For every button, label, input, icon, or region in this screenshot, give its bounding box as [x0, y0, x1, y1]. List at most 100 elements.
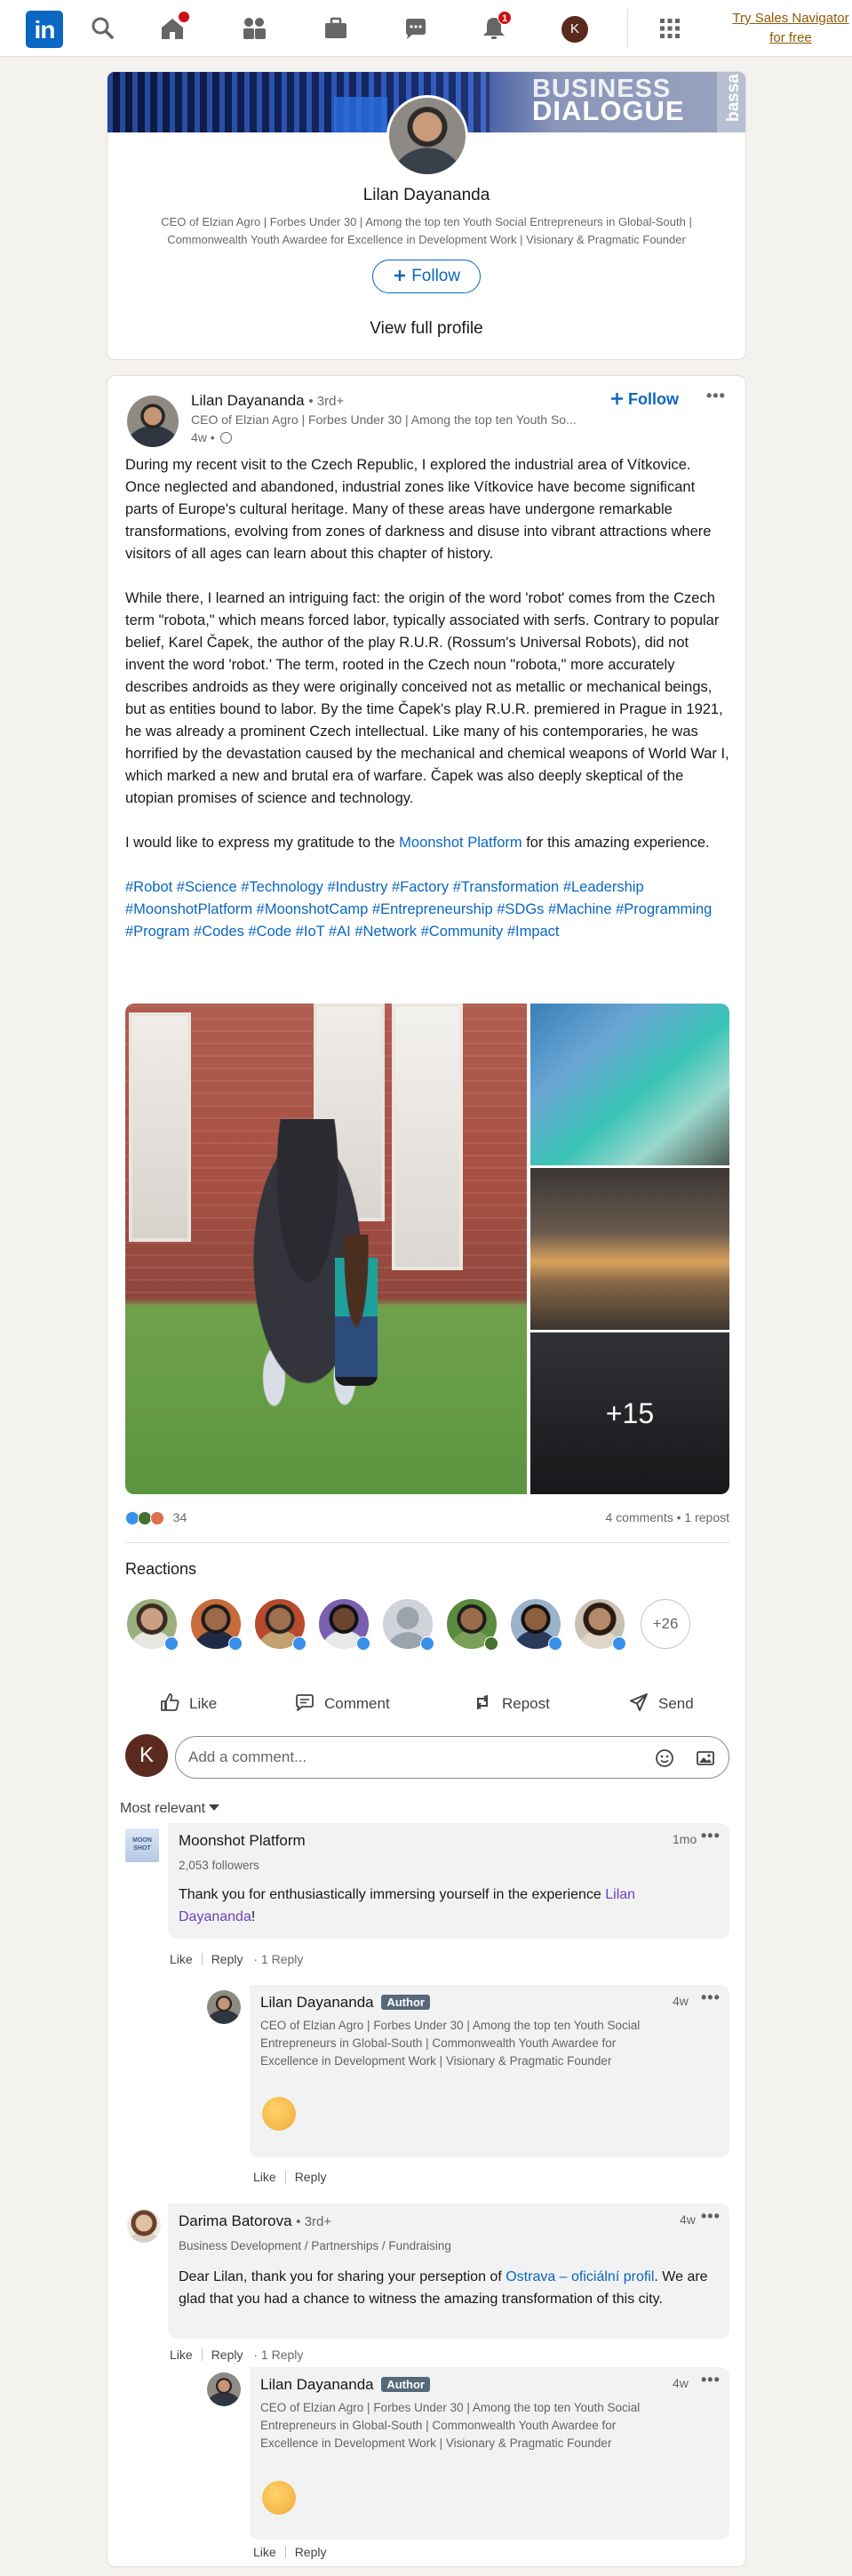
- comment-author-name[interactable]: Darima Batorova: [179, 2212, 292, 2229]
- comment-like-button[interactable]: Like: [170, 1952, 193, 1966]
- love-reaction-icon: [149, 1511, 164, 1525]
- moonshot-platform-logo[interactable]: MOON SHOT: [125, 1828, 159, 1862]
- post-paragraph-2: While there, I learned an intriguing fac…: [125, 590, 729, 806]
- reply-like-button[interactable]: Like: [253, 2170, 276, 2184]
- repost-icon: [476, 1695, 489, 1709]
- profile-follow-button[interactable]: Follow: [372, 260, 481, 293]
- plus-icon: [394, 270, 405, 281]
- reply-like-button[interactable]: Like: [253, 2545, 276, 2559]
- post-hashtags[interactable]: #Robot #Science #Technology #Industry #F…: [125, 876, 729, 943]
- banner-text-dialogue: DIALOGUE: [532, 95, 685, 126]
- comment-more-icon[interactable]: •••: [701, 2207, 721, 2226]
- comment-placeholder: Add a comment...: [188, 1748, 307, 1765]
- more-reactors-button[interactable]: +26: [641, 1599, 690, 1649]
- reply-author-avatar[interactable]: [207, 1990, 241, 2024]
- notifications-icon[interactable]: 1: [480, 11, 512, 43]
- add-comment-input[interactable]: Add a comment...: [175, 1736, 729, 1779]
- reply-author-name[interactable]: Lilan Dayananda: [260, 2376, 374, 2393]
- reply-author-name[interactable]: Lilan Dayananda: [260, 1994, 374, 2011]
- emoji-icon[interactable]: [654, 1748, 675, 1769]
- sales-navigator-link[interactable]: Try Sales Navigator for free: [729, 9, 852, 48]
- comment-author-name[interactable]: Moonshot Platform: [179, 1832, 306, 1850]
- jobs-icon[interactable]: [322, 14, 350, 43]
- reactor-avatar[interactable]: [317, 1597, 370, 1651]
- profile-name[interactable]: Lilan Dayananda: [107, 186, 745, 205]
- reactor-avatar[interactable]: [509, 1597, 562, 1651]
- divider: [125, 1542, 729, 1543]
- network-icon[interactable]: [240, 14, 268, 43]
- send-label: Send: [658, 1695, 694, 1712]
- messaging-icon[interactable]: [402, 14, 430, 43]
- celebrate-icon: [484, 1636, 498, 1651]
- home-icon[interactable]: [158, 11, 190, 43]
- send-button[interactable]: Send: [628, 1683, 694, 1725]
- robot-photo[interactable]: [125, 1004, 527, 1494]
- reactor-avatar[interactable]: [125, 1597, 179, 1651]
- reply-actions: Like Reply: [253, 2170, 326, 2184]
- comment-author-line: Darima Batorova • 3rd+: [179, 2212, 331, 2230]
- comment-replies-count[interactable]: · 1 Reply: [253, 1952, 303, 1966]
- reactor-avatar[interactable]: [573, 1597, 626, 1651]
- reactor-avatar[interactable]: [445, 1597, 498, 1651]
- comment-label: Comment: [324, 1695, 390, 1712]
- wristband-photo[interactable]: [530, 1004, 729, 1165]
- post-more-icon[interactable]: •••: [706, 387, 726, 405]
- comment-replies-count[interactable]: · 1 Reply: [253, 2348, 303, 2362]
- comment-more-icon[interactable]: •••: [701, 1827, 721, 1845]
- reply-more-icon[interactable]: •••: [701, 2371, 721, 2389]
- me-avatar[interactable]: K: [561, 16, 588, 43]
- like-button[interactable]: Like: [159, 1683, 217, 1725]
- moonshot-platform-link[interactable]: Moonshot Platform: [399, 835, 522, 851]
- sales-navigator-line1: Try Sales Navigator: [732, 11, 849, 26]
- reply-author-line: Lilan Dayananda Author: [260, 1994, 430, 2012]
- ostrava-profile-link[interactable]: Ostrava – oficiální profil: [506, 2269, 654, 2284]
- reply-reply-button[interactable]: Reply: [295, 2545, 327, 2559]
- reply-lilan-1: Lilan Dayananda Author CEO of Elzian Agr…: [250, 1985, 729, 2157]
- current-user-avatar[interactable]: K: [125, 1734, 168, 1777]
- banner-side-strip: bassa: [717, 72, 745, 132]
- reactor-avatar[interactable]: [253, 1597, 307, 1651]
- like-icon: [356, 1636, 370, 1651]
- comment-author-followers: 2,053 followers: [179, 1859, 259, 1872]
- industrial-sunset-photo[interactable]: [530, 1168, 729, 1330]
- author-tag: Author: [381, 1995, 430, 2010]
- comments-reposts-count[interactable]: 4 comments • 1 repost: [605, 1510, 729, 1524]
- post-time-text: 4w •: [191, 430, 215, 444]
- reactor-avatar[interactable]: [189, 1597, 243, 1651]
- apps-grid-icon[interactable]: [656, 14, 684, 43]
- post-author-name[interactable]: Lilan Dayananda: [191, 392, 305, 409]
- post-author-avatar[interactable]: [127, 396, 179, 447]
- comment-reply-button[interactable]: Reply: [211, 1952, 243, 1966]
- blast-furnace-photo[interactable]: +15: [530, 1332, 729, 1494]
- post-media-grid[interactable]: +15: [125, 1004, 729, 1494]
- reactor-avatar-default[interactable]: [381, 1597, 434, 1651]
- post-follow-button[interactable]: Follow: [610, 390, 679, 409]
- profile-photo[interactable]: [386, 95, 468, 177]
- repost-button[interactable]: Repost: [472, 1683, 550, 1725]
- reply-author-line: Lilan Dayananda Author: [260, 2376, 430, 2394]
- search-icon[interactable]: [89, 14, 117, 43]
- comment-darima: Darima Batorova • 3rd+ Business Developm…: [168, 2204, 729, 2339]
- globe-icon: [219, 432, 232, 444]
- reply-reply-button[interactable]: Reply: [295, 2170, 327, 2184]
- sort-comments-dropdown[interactable]: Most relevant: [120, 1801, 220, 1817]
- comment-actions: Like Reply · 1 Reply: [170, 2348, 303, 2362]
- reaction-count[interactable]: 34: [173, 1510, 187, 1524]
- view-full-profile-link[interactable]: View full profile: [107, 319, 745, 339]
- handshake-emoji-icon: [262, 2097, 296, 2131]
- like-icon: [292, 1636, 307, 1651]
- linkedin-logo[interactable]: in: [26, 11, 63, 48]
- comment-like-button[interactable]: Like: [170, 2348, 193, 2362]
- reply-author-avatar[interactable]: [207, 2372, 241, 2406]
- commenter-avatar[interactable]: [127, 2209, 161, 2243]
- reply-time: 4w: [673, 1994, 689, 2008]
- more-photos-count[interactable]: +15: [530, 1332, 729, 1494]
- profile-headline-line2: Commonwealth Youth Awardee for Excellenc…: [167, 233, 686, 246]
- action-separator: [201, 1953, 203, 1965]
- reply-more-icon[interactable]: •••: [701, 1988, 721, 2007]
- send-icon: [630, 1693, 648, 1711]
- home-notification-dot: [178, 11, 190, 23]
- image-icon[interactable]: [695, 1748, 716, 1769]
- comment-reply-button[interactable]: Reply: [211, 2348, 243, 2362]
- comment-button[interactable]: Comment: [294, 1683, 390, 1725]
